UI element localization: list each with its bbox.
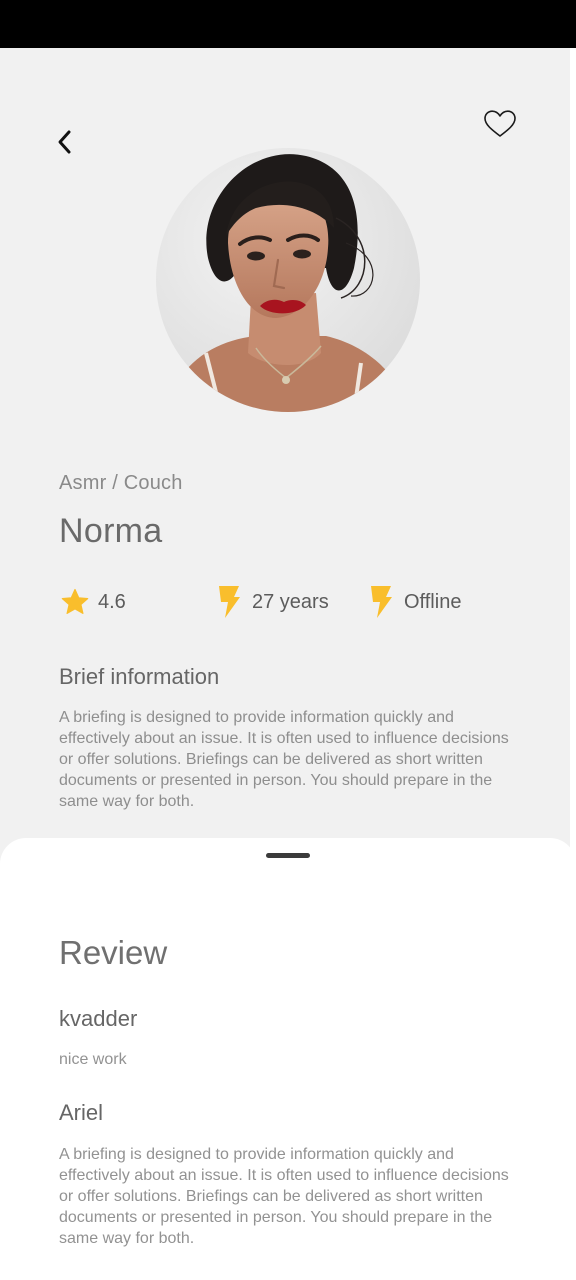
review-text: A briefing is designed to provide inform… [59,1146,509,1247]
sheet-drag-handle[interactable] [266,853,310,858]
favorite-button[interactable] [480,104,520,144]
review-author: Ariel [59,1100,104,1125]
review-author: kvadder [59,1006,138,1031]
stat-rating: 4.6 [60,583,126,621]
heart-outline-icon [484,110,516,137]
avatar [156,148,420,412]
brief-title: Brief information [59,664,220,689]
status-bar [0,0,576,48]
chevron-left-icon [58,130,71,154]
status-value: Offline [404,590,462,613]
star-icon [60,585,90,619]
stat-status: Offline [366,583,461,621]
profile-name: Norma [59,512,163,550]
bolt-icon [366,585,396,619]
rating-value: 4.6 [98,590,126,613]
back-button[interactable] [48,124,82,160]
review-title: Review [59,934,168,971]
avatar-photo [156,148,420,412]
age-value: 27 years [252,590,329,613]
stat-age: 27 years [214,583,329,621]
brief-text: A briefing is designed to provide inform… [59,709,509,810]
profile-category: Asmr / Couch [59,472,183,494]
bolt-icon [214,585,244,619]
review-text: nice work [59,1051,127,1068]
